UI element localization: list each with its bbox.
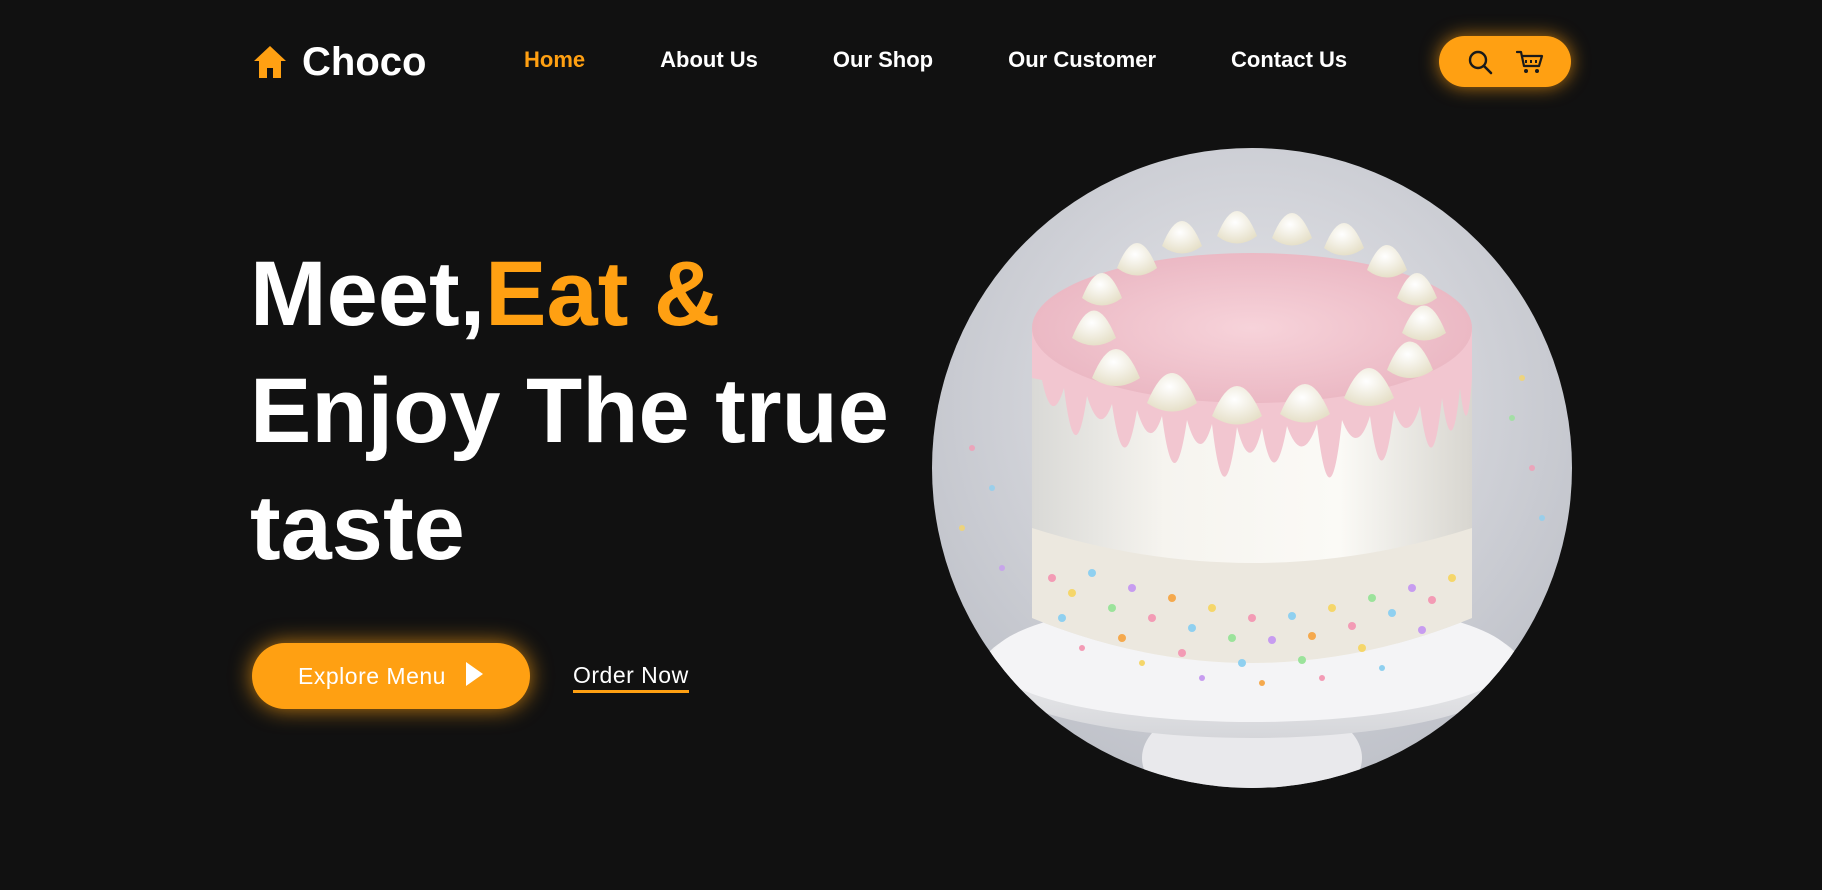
hero-title-line1: Meet,Eat & [250,236,930,353]
hero-cake-image [932,148,1572,788]
hero-title-accent: Eat & [485,243,721,345]
hero-title-line2: Enjoy The true [250,360,889,462]
nav-actions-pill [1439,36,1571,87]
hero-title: Meet,Eat & Enjoy The true taste [250,236,930,587]
home-icon [252,44,288,80]
explore-menu-label: Explore Menu [298,662,446,689]
hero-title-part1: Meet, [250,243,486,345]
main-nav: Home About Us Our Shop Our Customer Cont… [524,46,1347,74]
nav-item-our-shop[interactable]: Our Shop [833,46,933,74]
nav-item-home[interactable]: Home [524,46,585,74]
nav-item-about-us[interactable]: About Us [660,46,758,74]
nav-item-our-customer[interactable]: Our Customer [1008,46,1156,74]
explore-menu-button[interactable]: Explore Menu [252,643,530,709]
brand-logo[interactable]: Choco [252,38,426,86]
brand-name: Choco [302,40,427,84]
hero-title-line3: taste [250,477,465,579]
play-icon [464,661,484,692]
cart-icon[interactable] [1516,48,1544,76]
order-now-link[interactable]: Order Now [573,662,689,693]
search-icon[interactable] [1466,48,1494,76]
nav-item-contact-us[interactable]: Contact Us [1231,46,1347,74]
